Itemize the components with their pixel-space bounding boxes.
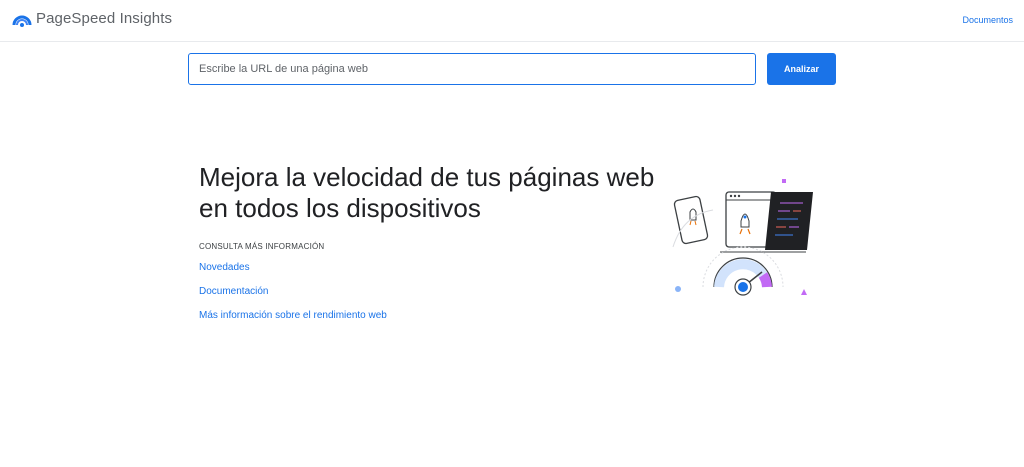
top-bar: PageSpeed Insights Documentos: [0, 0, 1024, 42]
link-rendimiento-web[interactable]: Más información sobre el rendimiento web: [199, 310, 387, 321]
speed-gauge-icon: [702, 246, 784, 296]
devices-speed-gauge-illustration: [672, 179, 813, 296]
pagespeed-gauge-icon: [12, 15, 32, 27]
link-documentacion[interactable]: Documentación: [199, 286, 268, 297]
accent-square: [782, 179, 786, 183]
accent-dot: [675, 286, 681, 292]
link-novedades[interactable]: Novedades: [199, 262, 250, 273]
app-logo[interactable]: PageSpeed Insights: [12, 10, 172, 27]
headline-line-2: en todos los dispositivos: [199, 193, 481, 223]
more-info-label: CONSULTA MÁS INFORMACIÓN: [199, 242, 325, 251]
url-input[interactable]: [188, 53, 756, 85]
docs-link[interactable]: Documentos: [962, 15, 1013, 25]
app-title: PageSpeed Insights: [36, 10, 173, 27]
headline-line-1: Mejora la velocidad de tus páginas web: [199, 162, 655, 192]
code-panel-icon: [765, 192, 813, 250]
accent-triangle: [801, 289, 807, 295]
phone-device-icon: [673, 195, 709, 245]
page-headline: Mejora la velocidad de tus páginas web e…: [199, 162, 659, 224]
analyze-button[interactable]: Analizar: [767, 53, 836, 85]
